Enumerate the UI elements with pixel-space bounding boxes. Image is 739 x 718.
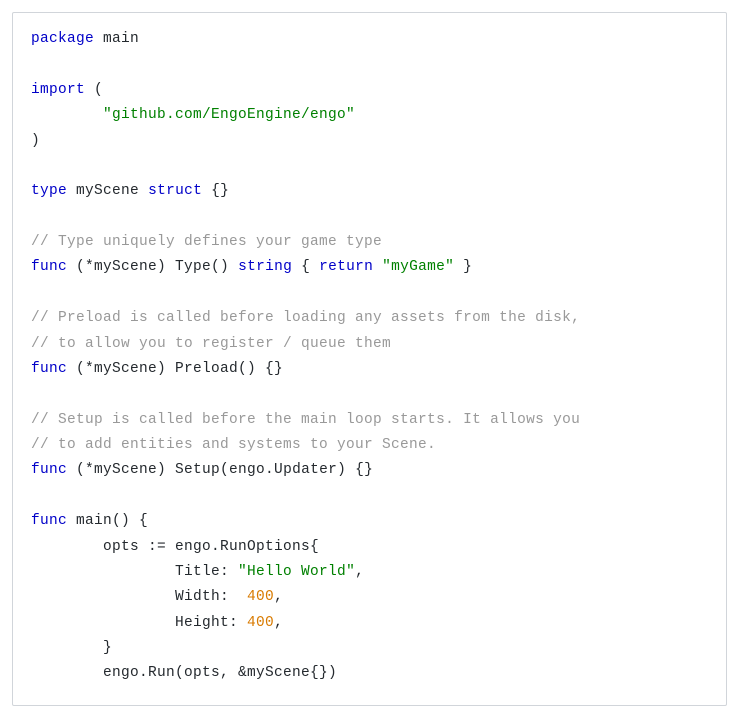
keyword: type [31, 183, 67, 199]
code-line: func (*myScene) Setup(engo.Updater) {} [31, 462, 373, 478]
keyword: func [31, 259, 67, 275]
keyword: return [319, 259, 373, 275]
keyword: func [31, 361, 67, 377]
code-line: // Setup is called before the main loop … [31, 412, 580, 428]
comment: // to add entities and systems to your S… [31, 437, 436, 453]
code-line: Width: 400, [31, 589, 283, 605]
string-literal: "Hello World" [238, 564, 355, 580]
code-block: package main import ( "github.com/EngoEn… [12, 12, 727, 706]
code-line: package main [31, 31, 139, 47]
string-literal: "myGame" [382, 259, 454, 275]
code-line: opts := engo.RunOptions{ [31, 539, 319, 555]
code-line: ) [31, 133, 40, 149]
number-literal: 400 [247, 615, 274, 631]
keyword: import [31, 82, 85, 98]
comment: // Setup is called before the main loop … [31, 412, 580, 428]
number-literal: 400 [247, 589, 274, 605]
code-line: func (*myScene) Preload() {} [31, 361, 283, 377]
keyword: package [31, 31, 94, 47]
code-line: func main() { [31, 513, 148, 529]
type-name: myScene [76, 183, 139, 199]
keyword: func [31, 513, 67, 529]
code-line: } [31, 640, 112, 656]
keyword: func [31, 462, 67, 478]
code-line: // Type uniquely defines your game type [31, 234, 382, 250]
code-line: // to allow you to register / queue them [31, 336, 391, 352]
comment: // to allow you to register / queue them [31, 336, 391, 352]
code-line: type myScene struct {} [31, 183, 229, 199]
comment: // Preload is called before loading any … [31, 310, 580, 326]
identifier: main [103, 31, 139, 47]
code-line: // Preload is called before loading any … [31, 310, 580, 326]
code-line: Title: "Hello World", [31, 564, 364, 580]
code-line: "github.com/EngoEngine/engo" [31, 107, 355, 123]
keyword: struct [148, 183, 202, 199]
comment: // Type uniquely defines your game type [31, 234, 382, 250]
keyword: string [238, 259, 292, 275]
code-line: Height: 400, [31, 615, 283, 631]
code-line: engo.Run(opts, &myScene{}) [31, 665, 337, 681]
code-line: func (*myScene) Type() string { return "… [31, 259, 472, 275]
code-line: // to add entities and systems to your S… [31, 437, 436, 453]
string-literal: "github.com/EngoEngine/engo" [103, 107, 355, 123]
code-line: import ( [31, 82, 103, 98]
